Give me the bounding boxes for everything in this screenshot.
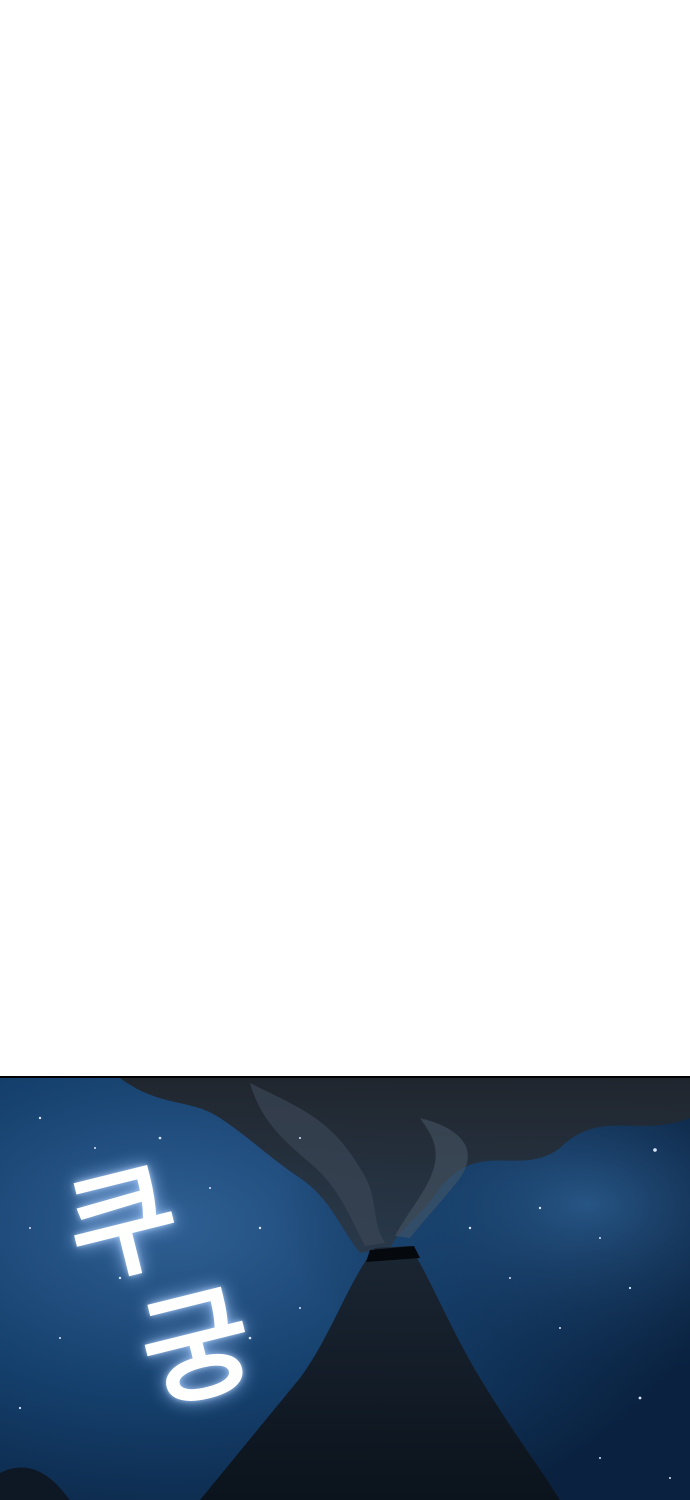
blank-page-area (0, 0, 690, 1078)
night-volcano-panel: 쿠 궁 (0, 1078, 690, 1500)
